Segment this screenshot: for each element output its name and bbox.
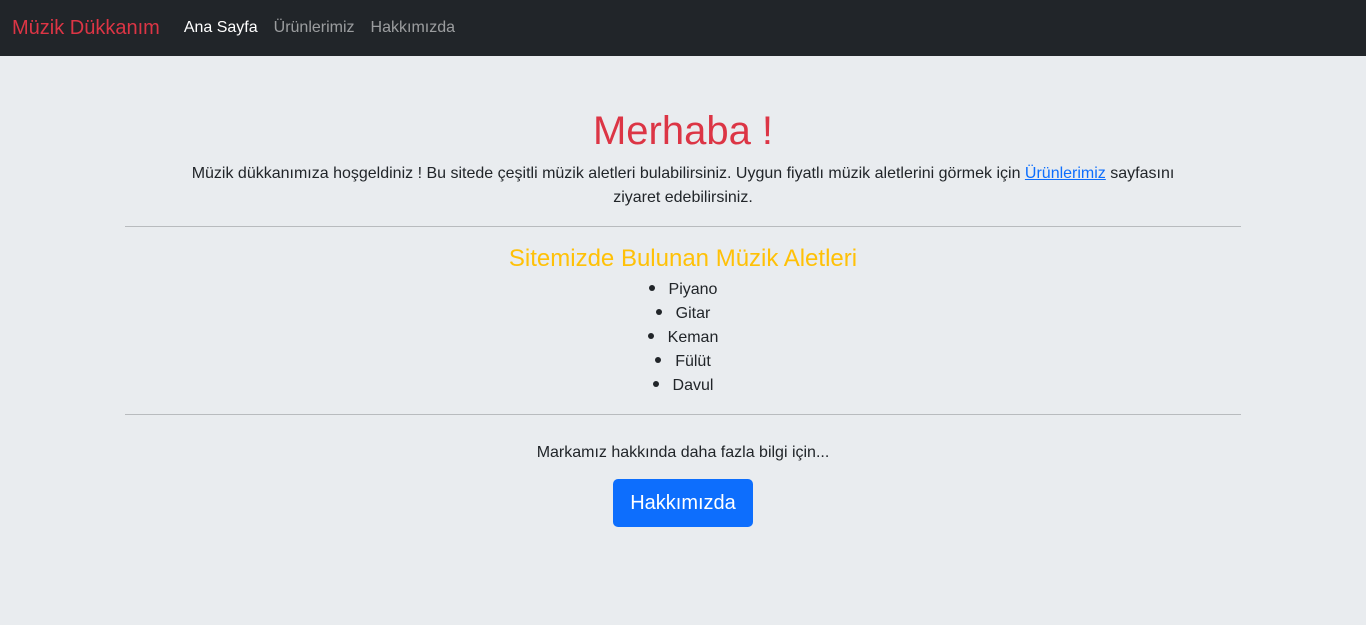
divider-top bbox=[125, 226, 1241, 227]
list-item: Fülüt bbox=[125, 350, 1241, 374]
list-item-label: Davul bbox=[672, 377, 714, 394]
nav-link-ana-sayfa[interactable]: Ana Sayfa bbox=[176, 11, 266, 45]
about-button[interactable]: Hakkımızda bbox=[613, 479, 753, 527]
bullet-icon bbox=[652, 380, 659, 387]
bullet-icon bbox=[655, 356, 662, 363]
list-item: Keman bbox=[125, 326, 1241, 350]
list-item: Davul bbox=[125, 374, 1241, 398]
intro-text-start: Müzik dükkanımıza hoşgeldiniz ! Bu sited… bbox=[191, 165, 1025, 182]
instruments-list: Piyano Gitar Keman Fülüt Davul bbox=[125, 278, 1241, 398]
list-item-label: Fülüt bbox=[675, 353, 711, 370]
nav-links: Ana Sayfa Ürünlerimiz Hakkımızda bbox=[176, 11, 463, 45]
brand-link[interactable]: Müzik Dükkanım bbox=[12, 17, 160, 40]
intro-text: Müzik dükkanımıza hoşgeldiniz ! Bu sited… bbox=[169, 162, 1197, 210]
bullet-icon bbox=[655, 308, 662, 315]
list-item-label: Gitar bbox=[675, 305, 711, 322]
intro-products-link[interactable]: Ürünlerimiz bbox=[1025, 165, 1106, 182]
bullet-icon bbox=[648, 284, 655, 291]
divider-bottom bbox=[125, 414, 1241, 415]
navbar: Müzik Dükkanım Ana Sayfa Ürünlerimiz Hak… bbox=[0, 0, 1366, 56]
instruments-heading: Sitemizde Bulunan Müzik Aletleri bbox=[508, 245, 858, 272]
list-item: Gitar bbox=[125, 302, 1241, 326]
about-text: Markamız hakkında daha fazla bilgi için.… bbox=[536, 444, 830, 461]
main-content: Merhaba ! Müzik dükkanımıza hoşgeldiniz … bbox=[125, 56, 1241, 527]
nav-link-hakkimizda[interactable]: Hakkımızda bbox=[363, 11, 463, 45]
nav-link-urunlerimiz[interactable]: Ürünlerimiz bbox=[266, 11, 363, 45]
page-title: Merhaba ! bbox=[592, 109, 774, 153]
list-item-label: Piyano bbox=[668, 281, 718, 298]
list-item: Piyano bbox=[125, 278, 1241, 302]
bullet-icon bbox=[647, 332, 654, 339]
list-item-label: Keman bbox=[667, 329, 719, 346]
